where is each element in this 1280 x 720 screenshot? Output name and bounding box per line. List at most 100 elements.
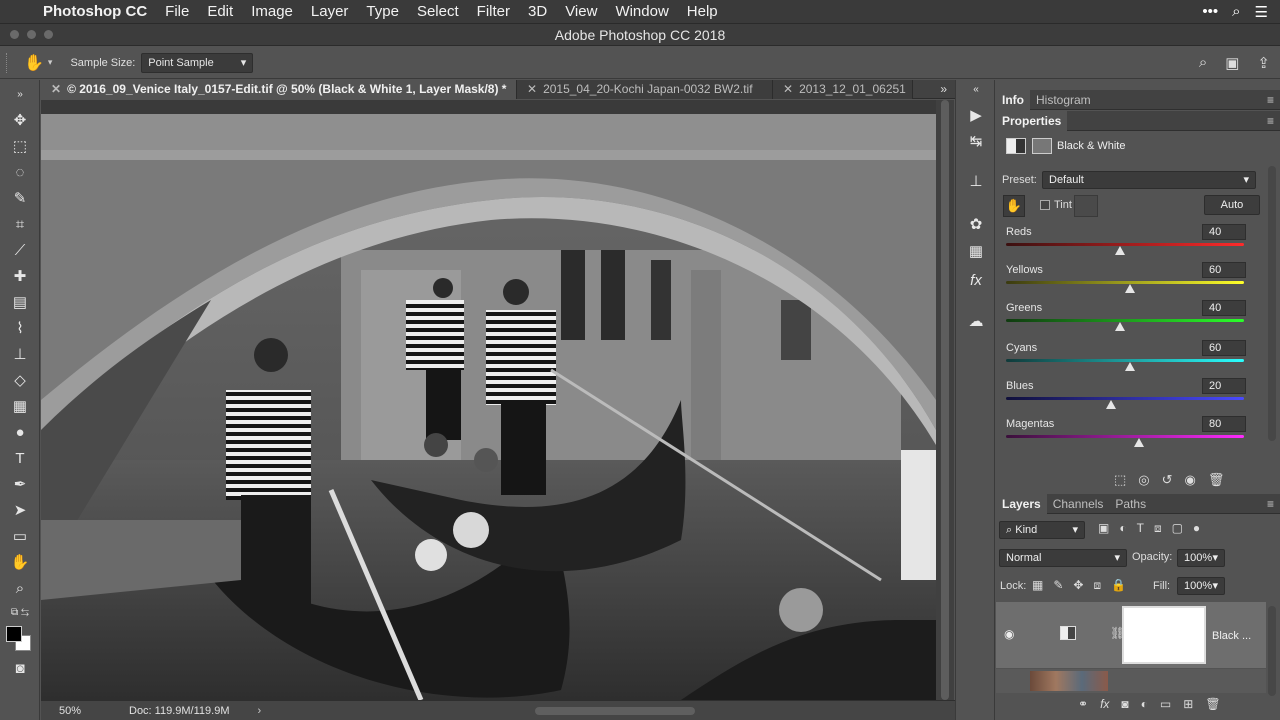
rectangle-tool-icon[interactable]: ▭ [8,526,32,548]
menu-type[interactable]: Type [357,3,408,20]
tab-info[interactable]: Info [996,89,1030,110]
preset-select[interactable]: Default ▾ [1042,171,1256,189]
tab-layers[interactable]: Layers [996,493,1047,514]
lock-image-icon[interactable]: ✎ [1053,578,1063,593]
clip-to-layer-icon[interactable]: ⬚ [1114,472,1126,488]
layer-row-photo[interactable] [996,669,1266,693]
adjustment-layer-icon[interactable] [1006,138,1026,154]
libraries-icon[interactable]: ☁ [964,312,988,332]
blur-tool-icon[interactable]: ● [8,422,32,444]
slider-thumb-greens[interactable] [1115,322,1126,331]
targeted-adjustment-hand-icon[interactable]: ✋ [1003,195,1025,217]
slider-value-greens[interactable]: 40 [1202,300,1246,316]
menu-filter[interactable]: Filter [468,3,519,20]
search-icon[interactable]: ⌕ [1199,54,1207,72]
tab-paths[interactable]: Paths [1109,494,1152,514]
color-palette-icon[interactable]: ✿ [964,215,988,235]
marquee-tool-icon[interactable]: ⬚ [8,136,32,158]
workspace-icon[interactable]: ▣ [1225,54,1239,72]
close-icon[interactable]: ✕ [51,82,61,96]
slider-thumb-magentas[interactable] [1134,438,1145,447]
sample-size-select[interactable]: Point Sample ▾ [141,52,254,73]
slider-thumb-reds[interactable] [1115,246,1126,255]
menu-app[interactable]: Photoshop CC [34,3,156,20]
properties-scrollbar[interactable] [1268,166,1276,441]
horizontal-scrollbar[interactable] [535,706,695,715]
menu-select[interactable]: Select [408,3,468,20]
menu-edit[interactable]: Edit [198,3,242,20]
close-window-button[interactable] [10,30,19,39]
opacity-input[interactable]: 100% ▾ [1177,549,1225,567]
vertical-scrollbar[interactable] [936,100,954,700]
tab-venice[interactable]: ✕ © 2016_09_Venice Italy_0157-Edit.tif @ … [41,80,517,99]
gradient-tool-icon[interactable]: ▦ [8,396,32,418]
zoom-tool-icon[interactable]: ⌕ [8,578,32,600]
share-icon[interactable]: ⇪ [1257,54,1270,72]
menu-layer[interactable]: Layer [302,3,358,20]
link-layers-icon[interactable]: ⚭ [1078,697,1088,711]
eraser-tool-icon[interactable]: ◇ [8,370,32,392]
tab-2013[interactable]: ✕ 2013_12_01_06251 [773,80,913,99]
panel-menu-icon[interactable]: ≡ [1267,497,1280,511]
history-icon[interactable]: ↹ [964,132,988,152]
new-adjustment-icon[interactable]: ◐ [1141,697,1148,711]
more-tabs-icon[interactable]: » [932,80,955,98]
options-grip[interactable] [6,52,12,73]
slider-value-cyans[interactable]: 60 [1202,340,1246,356]
zoom-window-button[interactable] [44,30,53,39]
pen-tool-icon[interactable]: ✒ [8,474,32,496]
layer-row-bw[interactable]: ◉ ⛓ Black ... [996,602,1266,668]
minimize-window-button[interactable] [27,30,36,39]
slider-value-yellows[interactable]: 60 [1202,262,1246,278]
trash-icon[interactable]: 🗑 [1208,472,1225,488]
tint-color-swatch[interactable] [1074,195,1098,217]
path-select-tool-icon[interactable]: ➤ [8,500,32,522]
menu-window[interactable]: Window [606,3,677,20]
crop-tool-icon[interactable]: ⌗ [8,214,32,236]
auto-button[interactable]: Auto [1204,195,1260,215]
blend-mode-select[interactable]: Normal ▾ [999,549,1127,567]
type-filter-icon[interactable]: T [1137,521,1144,536]
menu-file[interactable]: File [156,3,198,20]
panel-menu-icon[interactable]: ≡ [1267,114,1280,128]
quick-select-tool-icon[interactable]: ✎ [8,188,32,210]
foreground-color-swatch[interactable] [6,626,22,642]
reset-icon[interactable]: ↺ [1162,472,1173,488]
layer-mask-thumbnail[interactable] [1122,606,1206,664]
slider-thumb-yellows[interactable] [1124,284,1135,293]
slider-value-magentas[interactable]: 80 [1202,416,1246,432]
layer-style-fx-icon[interactable]: fx [1100,697,1109,711]
layers-scrollbar[interactable] [1268,606,1276,696]
smart-object-filter-icon[interactable]: ▢ [1172,521,1183,536]
swatches-grid-icon[interactable]: ▦ [964,242,988,262]
photo-layer-thumbnail[interactable] [1030,671,1108,691]
chevron-down-icon[interactable]: ▾ [48,57,53,68]
layer-mask-icon[interactable] [1032,138,1052,154]
type-tool-icon[interactable]: T [8,448,32,470]
stamp-icon[interactable]: ⊥ [964,172,988,192]
layer-name[interactable]: Black ... [1212,630,1251,642]
filter-toggle-icon[interactable]: ● [1193,521,1200,536]
healing-brush-tool-icon[interactable]: ✚ [8,266,32,288]
artboard-icon[interactable]: ⧈ [1093,578,1101,593]
shape-filter-icon[interactable]: ⧈ [1154,521,1162,536]
lock-transparent-icon[interactable]: ▦ [1032,578,1043,593]
new-layer-icon[interactable]: ⊞ [1183,697,1193,711]
more-icon[interactable]: ••• [1202,3,1218,21]
lasso-tool-icon[interactable]: ◌ [8,162,32,184]
tab-histogram[interactable]: Histogram [1030,90,1097,110]
search-icon[interactable]: ⌕ [1232,3,1240,21]
list-icon[interactable]: ☰ [1255,3,1268,21]
new-group-icon[interactable]: ▭ [1160,697,1171,711]
actions-play-icon[interactable]: ▶ [964,106,988,126]
visibility-eye-icon[interactable]: ◉ [1185,472,1196,488]
lock-all-icon[interactable]: 🔒 [1111,578,1126,593]
close-icon[interactable]: ✕ [783,82,793,96]
tint-checkbox[interactable] [1040,200,1050,210]
chevron-right-icon[interactable]: › [257,705,261,717]
move-tool-icon[interactable]: ✥ [8,110,32,132]
adjustment-filter-icon[interactable]: ◐ [1119,521,1126,536]
kind-filter-select[interactable]: ⌕ Kind ▾ [999,521,1085,539]
close-icon[interactable]: ✕ [527,82,537,96]
tab-properties[interactable]: Properties [996,110,1068,131]
